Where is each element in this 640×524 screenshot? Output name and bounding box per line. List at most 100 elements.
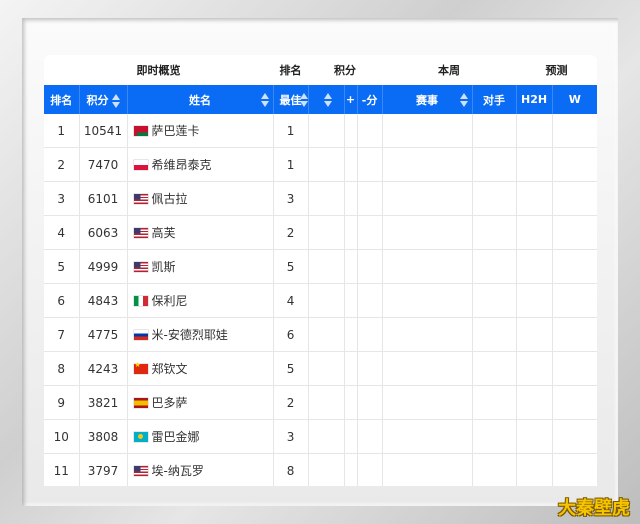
minus-cell (357, 385, 383, 420)
player-name[interactable]: 高芙 (152, 226, 176, 240)
table-row[interactable]: 1 10541 萨巴莲卡 1 (44, 114, 597, 148)
table-row[interactable]: 4 6063 高芙 2 (44, 215, 597, 250)
table-row[interactable]: 5 4999 凯斯 5 (44, 249, 597, 284)
sort-icon[interactable] (459, 93, 468, 107)
w-cell (552, 215, 597, 250)
table-row[interactable]: 7 4775 米-安德烈耶娃 6 (44, 317, 597, 352)
group-header-row: 即时概览 排名 积分 本周 预测 (44, 55, 597, 85)
player-name-cell: 保利尼 (127, 283, 274, 318)
group-forecast: 预测 (516, 55, 597, 85)
opponent-cell (472, 419, 517, 454)
h2h-cell (516, 215, 553, 250)
player-name-cell: 高芙 (127, 215, 274, 250)
player-name-cell: 凯斯 (127, 249, 274, 284)
points-cell: 4243 (79, 351, 128, 386)
w-cell (552, 351, 597, 386)
col-change-header[interactable] (308, 85, 345, 114)
col-best-header[interactable]: 最佳 (273, 85, 309, 114)
points-cell: 7470 (79, 147, 128, 182)
best-rank-cell: 1 (273, 114, 309, 148)
table-row[interactable]: 2 7470 希维昂泰克 1 (44, 147, 597, 182)
player-name[interactable]: 郑钦文 (152, 362, 188, 376)
points-cell: 3797 (79, 453, 128, 486)
w-cell (552, 249, 597, 284)
table-row[interactable]: 9 3821 巴多萨 2 (44, 385, 597, 420)
sort-icon[interactable] (299, 93, 308, 107)
rankings-body: 1 10541 萨巴莲卡 1 2 7470 希维昂泰克 1 3 6101 佩古拉 3 4 6063 高芙 2 5… (44, 114, 597, 486)
opponent-cell (472, 351, 517, 386)
col-opponent-header[interactable]: 对手 (472, 85, 517, 114)
col-rank-header[interactable]: 排名 (44, 85, 80, 114)
w-cell (552, 317, 597, 352)
col-h2h-header[interactable]: H2H (516, 85, 553, 114)
col-name-header[interactable]: 姓名 (127, 85, 274, 114)
opponent-cell (472, 385, 517, 420)
h2h-cell (516, 453, 553, 486)
player-name[interactable]: 保利尼 (152, 294, 188, 308)
opponent-cell (472, 249, 517, 284)
player-name-cell: 雷巴金娜 (127, 419, 274, 454)
player-name[interactable]: 巴多萨 (152, 396, 188, 410)
player-name[interactable]: 雷巴金娜 (152, 430, 200, 444)
player-name-cell: 郑钦文 (127, 351, 274, 386)
points-cell: 4999 (79, 249, 128, 284)
player-name[interactable]: 萨巴莲卡 (152, 124, 200, 138)
player-name[interactable]: 希维昂泰克 (152, 158, 212, 172)
w-cell (552, 419, 597, 454)
h2h-cell (516, 385, 553, 420)
rank-cell: 1 (44, 114, 80, 148)
col-w-header[interactable]: W (552, 85, 597, 114)
col-event-header[interactable]: 赛事 (382, 85, 473, 114)
best-rank-cell: 8 (273, 453, 309, 486)
best-rank-cell: 1 (273, 147, 309, 182)
col-minus-header[interactable]: -分 (357, 85, 383, 114)
points-cell: 6101 (79, 181, 128, 216)
rank-cell: 8 (44, 351, 80, 386)
event-cell (382, 419, 473, 454)
player-name[interactable]: 凯斯 (152, 260, 176, 274)
rank-cell: 7 (44, 317, 80, 352)
h2h-cell (516, 249, 553, 284)
plus-cell (344, 385, 358, 420)
event-cell (382, 249, 473, 284)
change-cell (308, 215, 345, 250)
plus-cell (344, 419, 358, 454)
table-row[interactable]: 10 3808 雷巴金娜 3 (44, 419, 597, 454)
change-cell (308, 114, 345, 148)
event-cell (382, 453, 473, 486)
sort-icon[interactable] (323, 92, 332, 107)
best-rank-cell: 3 (273, 181, 309, 216)
player-name-cell: 希维昂泰克 (127, 147, 274, 182)
points-cell: 6063 (79, 215, 128, 250)
w-cell (552, 283, 597, 318)
table-row[interactable]: 6 4843 保利尼 4 (44, 283, 597, 318)
player-name[interactable]: 埃-纳瓦罗 (152, 464, 204, 478)
plus-cell (344, 147, 358, 182)
rank-cell: 5 (44, 249, 80, 284)
event-cell (382, 181, 473, 216)
rankings-table-container: 即时概览 排名 积分 本周 预测 排名 积分 姓名 最佳 + -分 赛事 对手 … (44, 55, 597, 486)
change-cell (308, 453, 345, 486)
h2h-cell (516, 114, 553, 148)
group-this-week: 本周 (382, 55, 517, 85)
change-cell (308, 181, 345, 216)
plus-cell (344, 351, 358, 386)
sort-icon[interactable] (111, 93, 120, 108)
table-row[interactable]: 84243 郑钦文 5 (44, 351, 597, 386)
w-cell (552, 385, 597, 420)
table-row[interactable]: 11 3797 埃-纳瓦罗 8 (44, 453, 597, 486)
country-flag-icon (133, 361, 148, 374)
group-rank: 排名 (273, 55, 309, 85)
player-name[interactable]: 佩古拉 (152, 192, 188, 206)
minus-cell (357, 317, 383, 352)
table-row[interactable]: 3 6101 佩古拉 3 (44, 181, 597, 216)
group-points: 积分 (308, 55, 383, 85)
opponent-cell (472, 283, 517, 318)
opponent-cell (472, 114, 517, 148)
col-points-header[interactable]: 积分 (79, 85, 128, 114)
player-name-cell: 萨巴莲卡 (127, 114, 274, 148)
col-plus-header[interactable]: + (344, 85, 358, 114)
sort-icon[interactable] (260, 93, 269, 107)
player-name[interactable]: 米-安德烈耶娃 (152, 328, 228, 342)
event-cell (382, 385, 473, 420)
